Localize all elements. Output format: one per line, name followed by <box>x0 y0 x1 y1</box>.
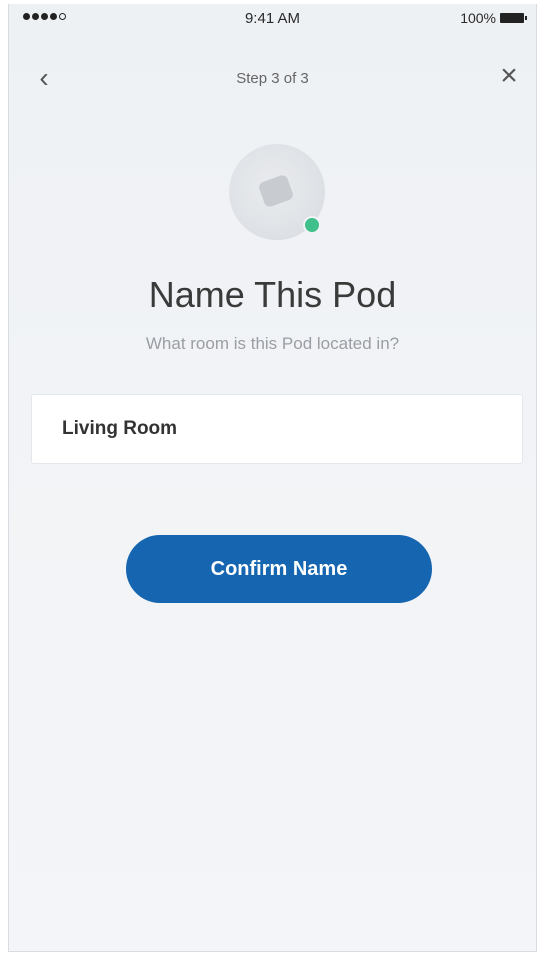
battery-percent: 100% <box>460 10 496 26</box>
status-bar: 9:41 AM 100% <box>9 4 536 34</box>
confirm-name-button[interactable]: Confirm Name <box>126 535 432 603</box>
battery-icon <box>500 13 527 23</box>
close-icon[interactable]: × <box>494 61 524 92</box>
page-title: Name This Pod <box>148 274 397 315</box>
page-subtitle: What room is this Pod located in? <box>145 334 400 353</box>
battery-indicator: 100% <box>460 10 527 26</box>
phone-screen: 9:41 AM 100% ‹ Step 3 of 3 × Name This P… <box>8 4 537 952</box>
pod-name-input[interactable] <box>32 395 522 463</box>
step-title: Step 3 of 3 <box>236 70 309 87</box>
nav-bar: ‹ Step 3 of 3 × <box>9 56 536 96</box>
pod-status-dot <box>303 216 321 234</box>
pod-name-field[interactable] <box>31 394 523 464</box>
pod-device-shape <box>257 173 295 209</box>
status-time: 9:41 AM <box>244 10 301 27</box>
